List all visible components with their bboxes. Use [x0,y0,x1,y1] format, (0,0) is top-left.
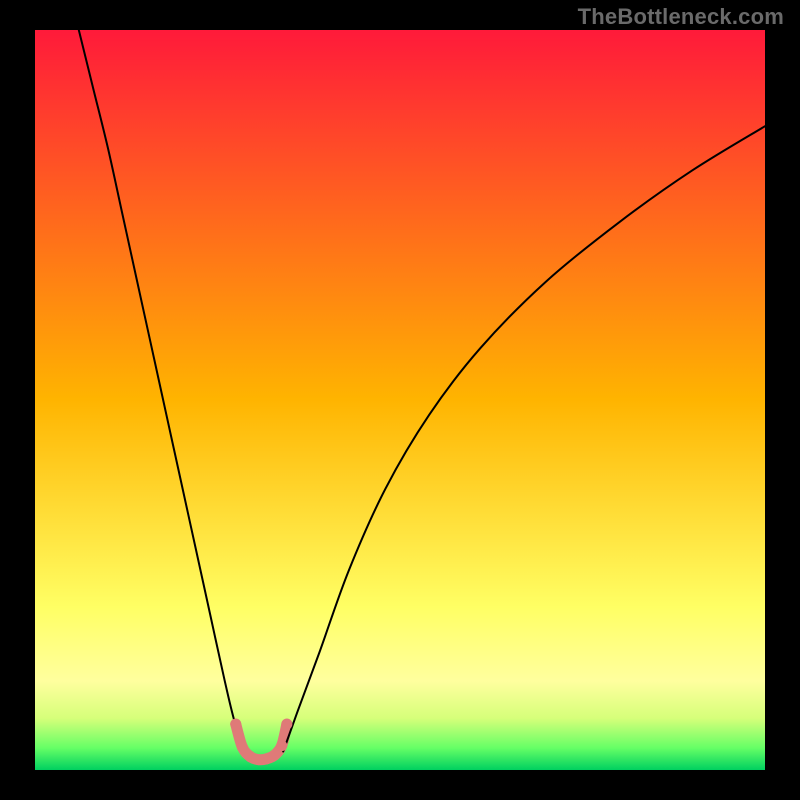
bottom-marker-arc-dot [276,740,287,751]
bottleneck-chart [35,30,765,770]
bottom-marker-arc-dot [230,719,241,730]
bottom-marker-arc-dot [269,750,280,761]
chart-frame: TheBottleneck.com [0,0,800,800]
bottom-marker-arc-dot [237,742,248,753]
bottom-marker-arc-dot [281,719,292,730]
watermark-text: TheBottleneck.com [578,4,784,30]
chart-background [35,30,765,770]
